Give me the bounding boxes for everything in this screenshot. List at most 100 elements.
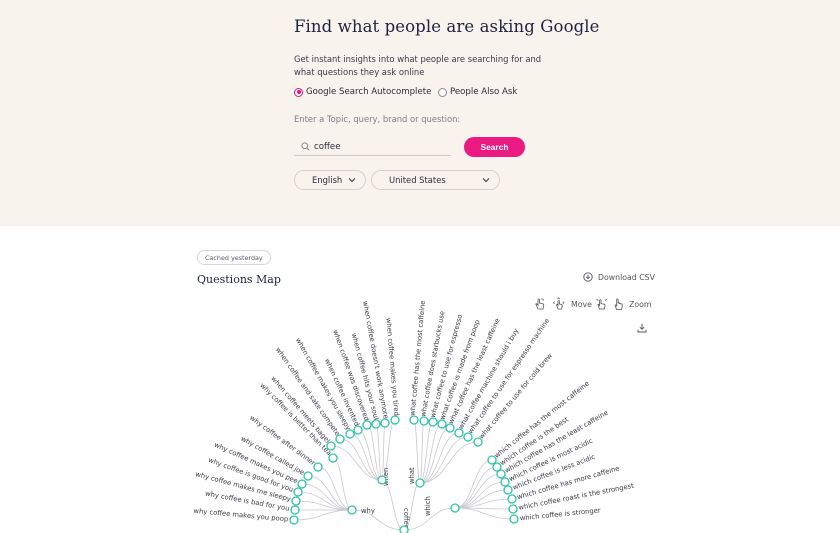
- question-label[interactable]: why coffee makes me sleepy: [194, 470, 291, 503]
- question-node[interactable]: [390, 415, 400, 425]
- map-edge: [317, 466, 353, 511]
- branch-label[interactable]: why: [361, 507, 375, 515]
- question-node[interactable]: [335, 434, 345, 444]
- question-label[interactable]: when coffee hits your soul: [350, 332, 381, 421]
- question-label[interactable]: what coffee to use for espresso: [429, 314, 464, 419]
- map-edge: [454, 473, 502, 509]
- questions-map-title: Questions Map: [197, 273, 281, 286]
- hero-section: Find what people are asking Google Get i…: [0, 0, 840, 226]
- question-node[interactable]: [353, 425, 363, 435]
- question-label[interactable]: when coffee invented: [323, 357, 361, 427]
- radio-people-also-ask[interactable]: People Also Ask: [438, 87, 517, 97]
- question-node[interactable]: [445, 423, 455, 433]
- country-select[interactable]: United States: [371, 170, 500, 190]
- question-node[interactable]: [290, 505, 300, 515]
- question-label[interactable]: what coffee is made from poop: [438, 319, 481, 421]
- map-edge: [297, 491, 353, 511]
- question-label[interactable]: what coffee has the most caffeine: [409, 300, 427, 416]
- question-node[interactable]: [503, 485, 513, 495]
- question-node[interactable]: [293, 487, 303, 497]
- question-node[interactable]: [509, 514, 519, 524]
- question-label[interactable]: which coffee is less acidic: [511, 453, 596, 492]
- root-label[interactable]: coffee: [402, 508, 410, 529]
- radio-unselected-icon: [438, 87, 447, 97]
- question-node[interactable]: [313, 462, 323, 472]
- question-label[interactable]: which coffee is most acidic: [508, 437, 594, 484]
- map-edges: [293, 419, 515, 531]
- hand-zoom-icon[interactable]: [595, 297, 609, 311]
- move-icon[interactable]: [552, 297, 566, 311]
- map-edge: [403, 507, 456, 531]
- question-node[interactable]: [289, 515, 299, 525]
- question-node[interactable]: [303, 471, 313, 481]
- question-node[interactable]: [326, 441, 336, 451]
- radio-selected-icon: [294, 87, 303, 97]
- question-label[interactable]: why coffee is good for you: [207, 456, 294, 494]
- question-node[interactable]: [328, 453, 338, 463]
- question-label[interactable]: why coffee after dinner: [248, 414, 317, 467]
- search-input[interactable]: [314, 139, 444, 154]
- download-icon: [583, 272, 593, 282]
- branch-node[interactable]: [450, 503, 460, 513]
- question-label[interactable]: which coffee has more caffeine: [516, 464, 620, 501]
- map-edge: [454, 459, 493, 509]
- question-node[interactable]: [487, 455, 497, 465]
- branch-label[interactable]: what: [408, 467, 416, 484]
- question-label[interactable]: when coffee and sake compete: [274, 346, 342, 437]
- question-label[interactable]: what coffee to use for cold brew: [477, 351, 554, 440]
- question-node[interactable]: [507, 494, 517, 504]
- question-label[interactable]: what coffee has the least caffeine: [447, 317, 502, 425]
- radio-search-autocomplete[interactable]: Google Search Autocomplete: [294, 87, 431, 97]
- question-label[interactable]: when coffee makes you tired: [384, 318, 400, 417]
- question-node[interactable]: [492, 462, 502, 472]
- question-label[interactable]: when coffee makes you sleepy: [294, 337, 352, 432]
- question-label[interactable]: when coffee doesn't work anymore: [361, 300, 390, 419]
- question-node[interactable]: [473, 437, 483, 447]
- question-label[interactable]: what coffee does starbucks use: [419, 310, 446, 417]
- question-label[interactable]: what coffee to use for espresso machine: [466, 317, 551, 435]
- question-node[interactable]: [371, 419, 381, 429]
- question-label[interactable]: which coffee roast is the strongest: [518, 482, 635, 512]
- question-node[interactable]: [454, 428, 464, 438]
- question-node[interactable]: [291, 496, 301, 506]
- question-label[interactable]: why coffee is better than tea: [258, 381, 333, 457]
- question-node[interactable]: [437, 419, 447, 429]
- question-label[interactable]: why coffee is bad for you: [204, 490, 290, 513]
- question-node[interactable]: [463, 432, 473, 442]
- question-label[interactable]: why coffee makes you poop: [193, 507, 288, 524]
- language-select[interactable]: English: [294, 170, 366, 190]
- branch-label[interactable]: when: [382, 468, 390, 486]
- question-node[interactable]: [496, 469, 506, 479]
- question-label[interactable]: what coffee machine should i buy: [457, 327, 521, 431]
- branch-node[interactable]: [347, 505, 357, 515]
- search-button[interactable]: Search: [464, 137, 525, 157]
- question-label[interactable]: which coffee is the best: [499, 415, 571, 467]
- question-node[interactable]: [297, 479, 307, 489]
- question-node[interactable]: [345, 429, 355, 439]
- question-node[interactable]: [419, 416, 429, 426]
- question-label[interactable]: when coffee was discovered: [331, 329, 370, 422]
- root-node[interactable]: [399, 525, 409, 533]
- question-node[interactable]: [409, 415, 419, 425]
- question-node[interactable]: [362, 420, 372, 430]
- question-label[interactable]: why coffee makes you pee: [213, 441, 299, 486]
- map-edge: [454, 466, 498, 509]
- question-node[interactable]: [428, 417, 438, 427]
- branch-node[interactable]: [377, 475, 387, 485]
- question-node[interactable]: [500, 477, 510, 487]
- hand-zoom-icon[interactable]: [612, 297, 626, 311]
- question-label[interactable]: which coffee has the most caffeine: [493, 380, 591, 460]
- branch-node[interactable]: [415, 478, 425, 488]
- map-edge: [307, 475, 353, 511]
- question-node[interactable]: [508, 504, 518, 514]
- map-edge: [419, 421, 434, 484]
- question-label[interactable]: which coffee is stronger: [519, 506, 601, 522]
- question-label[interactable]: which coffee has the least caffeine: [503, 409, 609, 475]
- export-icon[interactable]: [637, 323, 647, 333]
- question-label[interactable]: when coffee meets bagel: [269, 375, 331, 445]
- download-csv-button[interactable]: Download CSV: [583, 272, 655, 282]
- pointer-hand-icon[interactable]: [533, 297, 547, 311]
- branch-label[interactable]: which: [424, 496, 432, 516]
- question-label[interactable]: why coffee called joe: [239, 435, 305, 477]
- question-node[interactable]: [380, 418, 390, 428]
